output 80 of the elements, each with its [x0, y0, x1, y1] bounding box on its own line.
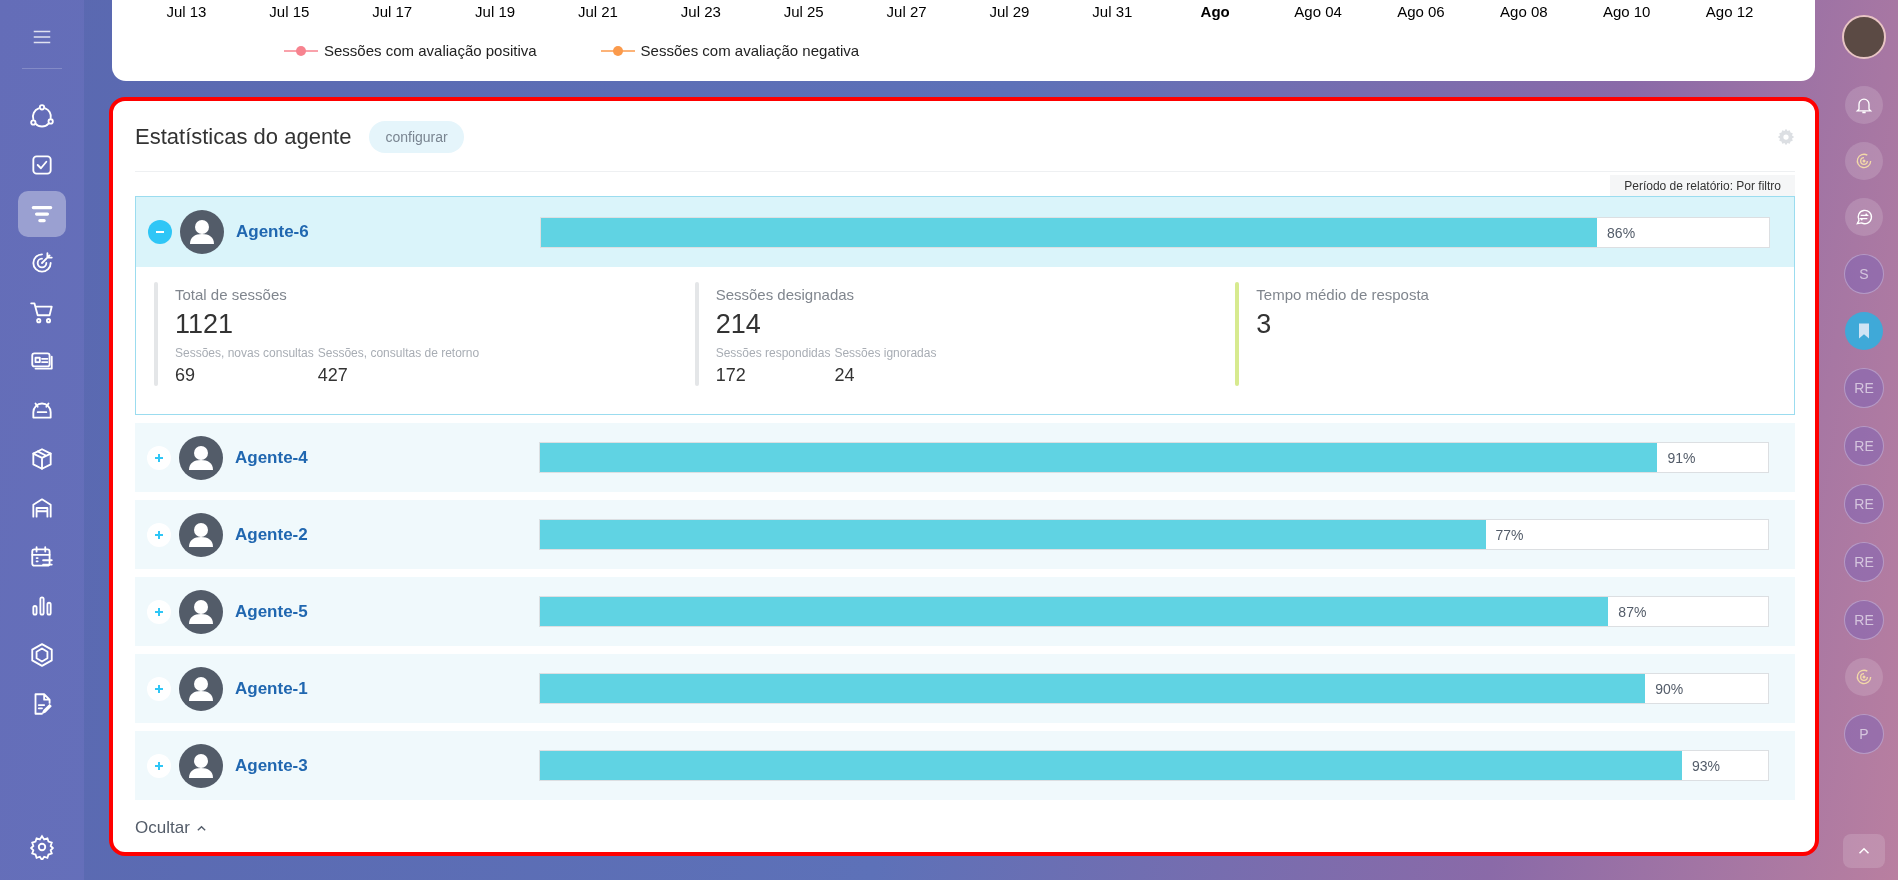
agent-name-link[interactable]: Agente-4 [235, 447, 539, 468]
agent-name-link[interactable]: Agente-3 [235, 755, 539, 776]
axis-label: Ago 04 [1293, 3, 1343, 20]
agent-name-link[interactable]: Agente-5 [235, 601, 539, 622]
axis-label: Jul 15 [268, 3, 311, 20]
percent-value: 93% [1692, 758, 1721, 774]
axis-label: Ago [1199, 3, 1231, 20]
avatar-icon [180, 210, 224, 254]
axis-label: Jul 31 [1091, 3, 1134, 20]
report-period-label: Período de relatório: Por filtro [1610, 175, 1795, 196]
settings-icon[interactable] [29, 834, 55, 860]
avatar-icon [179, 589, 223, 634]
percent-value: 90% [1655, 681, 1684, 697]
avatar-icon [179, 512, 223, 557]
plus-icon [153, 451, 165, 464]
axis-label: Ago 12 [1704, 3, 1755, 20]
legend-label[interactable]: Sessões com avaliação positiva [324, 42, 537, 59]
axis-label: Jul 13 [165, 3, 208, 20]
stat-value: 1121 [175, 309, 235, 340]
agent-name-link[interactable]: Agente-2 [235, 524, 539, 545]
sub-stat-value: 427 [317, 365, 349, 386]
sub-stat-label: Sessões ignoradas [834, 346, 937, 360]
stat-value: 214 [715, 309, 762, 340]
percent-value: 77% [1495, 527, 1524, 543]
bookmark-button[interactable] [1845, 312, 1883, 350]
notification-button[interactable] [1845, 86, 1883, 124]
hide-link[interactable]: Ocultar [135, 818, 207, 838]
user-avatar[interactable] [1842, 15, 1886, 59]
cart-icon [29, 299, 55, 325]
box-icon [29, 446, 55, 472]
sub-stat-label: Sessões, consultas de retorno [317, 346, 480, 360]
stat-label: Sessões designadas [715, 286, 856, 303]
avatar-icon [179, 435, 223, 480]
chat-avatar-button[interactable]: RE [1844, 426, 1884, 466]
axis-label: Ago 06 [1396, 3, 1446, 20]
percent-value: 91% [1667, 450, 1696, 466]
hexagon-icon [29, 642, 55, 668]
axis-label: Jul 27 [885, 3, 928, 20]
axis-label: Jul 17 [371, 3, 414, 20]
plus-icon [153, 605, 165, 618]
avatar-icon [179, 666, 223, 711]
axis-label: Jul 23 [679, 3, 722, 20]
plus-icon [153, 759, 165, 772]
configure-button[interactable]: configurar [369, 121, 464, 153]
swirl-button[interactable] [1845, 658, 1883, 696]
task-icon [29, 152, 55, 178]
stat-label: Total de sessões [175, 286, 288, 303]
axis-label: Jul 25 [782, 3, 825, 20]
sub-stat-value: 24 [834, 365, 856, 386]
nodes-icon [29, 103, 55, 129]
sub-stat-value: 172 [715, 365, 747, 386]
swirl-icon [1854, 151, 1874, 171]
percent-value: 86% [1607, 224, 1636, 241]
card-title: Estatísticas do agente [135, 124, 352, 150]
axis-label: Jul 21 [576, 3, 619, 20]
calendar-icon [29, 544, 55, 570]
chat-button[interactable] [1845, 198, 1883, 236]
stat-value: 3 [1256, 309, 1273, 340]
chat-icon [1854, 207, 1874, 227]
swirl-icon [1854, 667, 1874, 687]
plus-icon [153, 528, 165, 541]
axis-label: Ago 08 [1499, 3, 1549, 20]
axis-label: Jul 29 [988, 3, 1031, 20]
percent-value: 87% [1618, 604, 1647, 620]
axis-label: Ago 10 [1601, 3, 1652, 20]
sub-stat-label: Sessões respondidas [715, 346, 831, 360]
chat-avatar-button[interactable]: S [1844, 254, 1884, 294]
chat-avatar-button[interactable]: RE [1844, 368, 1884, 408]
sub-stat-value: 69 [175, 365, 197, 386]
legend-label[interactable]: Sessões com avaliação negativa [640, 42, 860, 59]
avatar-icon [179, 743, 223, 788]
stat-label: Tempo médio de resposta [1256, 286, 1429, 303]
funnel-nav-item[interactable] [18, 191, 66, 237]
chart-icon [29, 593, 55, 619]
plus-icon [153, 682, 165, 695]
axis-label: Jul 19 [474, 3, 517, 20]
agent-name-link[interactable]: Agente-1 [235, 678, 539, 699]
sub-stat-label: Sessões, novas consultas [175, 346, 314, 360]
swirl-button[interactable] [1845, 142, 1883, 180]
agent-name-link[interactable]: Agente-6 [236, 222, 540, 242]
